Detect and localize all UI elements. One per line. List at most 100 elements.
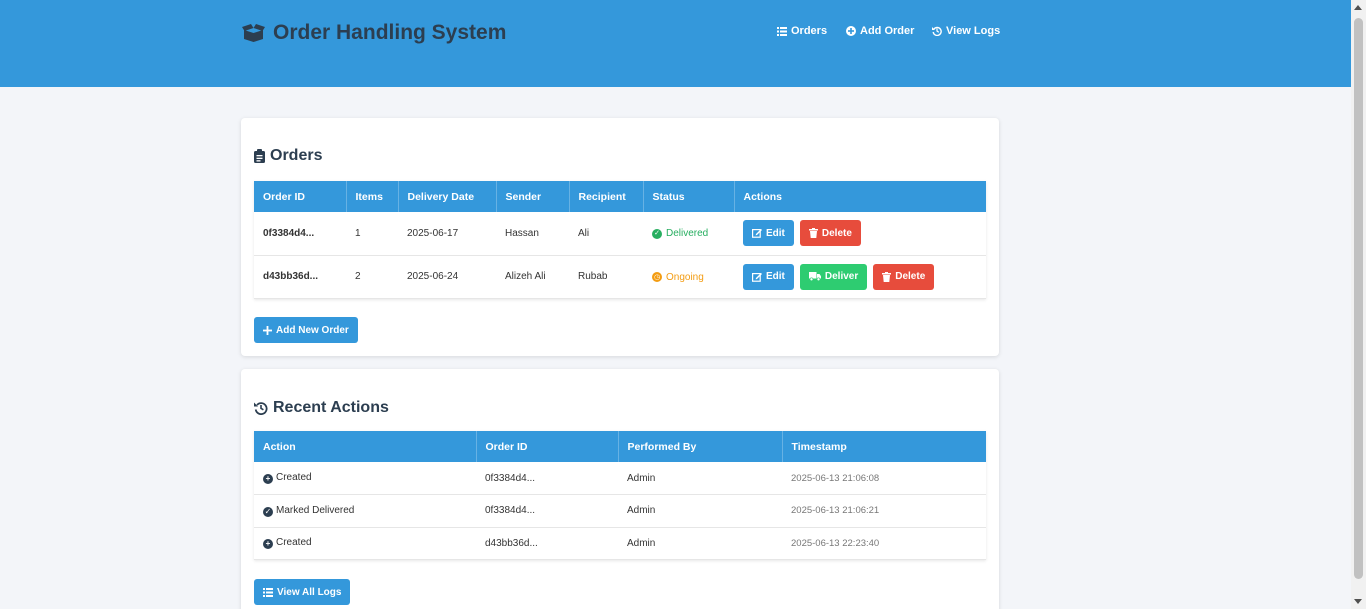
col-actions: Actions — [734, 181, 986, 212]
nav-add-order[interactable]: Add Order — [846, 25, 914, 37]
edit-icon — [752, 272, 762, 282]
action-label: Created — [276, 472, 312, 483]
col-action: Action — [254, 431, 477, 462]
table-row: 0f3384d4... 1 2025-06-17 Hassan Ali ✓ De… — [254, 212, 986, 256]
performed-by-cell: Admin — [618, 462, 782, 495]
recent-actions-table: Action Order ID Performed By Timestamp +… — [254, 431, 986, 560]
col-timestamp: Timestamp — [782, 431, 986, 462]
nav-view-logs[interactable]: View Logs — [932, 25, 1000, 37]
orders-header-row: Order ID Items Delivery Date Sender Reci… — [254, 181, 986, 212]
nav-orders-label: Orders — [791, 25, 828, 37]
recent-actions-title: Recent Actions — [273, 399, 389, 416]
scroll-down-arrow-icon[interactable] — [1354, 599, 1362, 604]
items-cell: 1 — [346, 212, 398, 256]
list-icon — [263, 587, 273, 597]
history-icon — [932, 26, 942, 36]
action-cell: + Created — [254, 527, 476, 560]
list-icon — [777, 26, 787, 36]
col-recipient: Recipient — [569, 181, 644, 212]
edit-button[interactable]: Edit — [743, 263, 794, 290]
performed-by-cell: Admin — [618, 494, 782, 528]
sender-cell: Hassan — [496, 212, 569, 256]
timestamp-cell: 2025-06-13 22:23:40 — [782, 527, 986, 560]
action-cell: + Created — [254, 462, 476, 495]
logs-header-row: Action Order ID Performed By Timestamp — [254, 431, 986, 462]
status-cell: ✓ Delivered — [643, 212, 734, 256]
top-header: Order Handling System Orders Add Order V… — [0, 0, 1351, 87]
deliver-button[interactable]: Deliver — [799, 263, 868, 290]
status-label: Delivered — [666, 228, 709, 240]
action-label: Marked Delivered — [276, 504, 355, 516]
trash-icon — [882, 271, 892, 282]
status-badge: ◷ Ongoing — [652, 272, 704, 283]
timestamp-cell: 2025-06-13 21:06:21 — [782, 494, 986, 528]
delete-button[interactable]: Delete — [799, 220, 861, 247]
status-label: Ongoing — [666, 271, 704, 283]
edit-label: Edit — [766, 227, 785, 239]
delete-label: Delete — [895, 271, 926, 282]
col-sender: Sender — [496, 181, 570, 212]
history-icon — [254, 401, 268, 415]
items-cell: 2 — [346, 255, 398, 299]
plus-circle-icon — [846, 26, 856, 36]
log-order-id-cell: 0f3384d4... — [476, 462, 618, 495]
add-new-order-label: Add New Order — [276, 324, 349, 336]
trash-icon — [808, 228, 818, 239]
truck-icon — [808, 272, 821, 281]
nav-view-logs-label: View Logs — [946, 25, 1001, 37]
brand[interactable]: Order Handling System — [242, 21, 506, 45]
sender-cell: Alizeh Ali — [496, 255, 569, 299]
log-order-id-cell: d43bb36d... — [476, 527, 618, 560]
orders-card: Orders Order ID Items Delivery Date Send… — [241, 118, 999, 356]
status-cell: ◷ Ongoing — [643, 255, 734, 299]
recent-actions-heading: Recent Actions — [254, 399, 389, 417]
box-open-icon — [242, 23, 265, 43]
col-performed-by: Performed By — [618, 431, 783, 462]
col-order-id: Order ID — [254, 181, 347, 212]
clock-icon: ◷ — [652, 272, 662, 282]
orders-heading: Orders — [254, 147, 322, 165]
recent-actions-card: Recent Actions Action Order ID Performed… — [241, 369, 999, 609]
col-items: Items — [346, 181, 399, 212]
action-label: Created — [276, 537, 312, 549]
edit-icon — [752, 228, 762, 239]
page-scrollbar[interactable] — [1351, 0, 1366, 609]
table-row: ✓ Marked Delivered 0f3384d4... Admin 2025… — [254, 494, 986, 528]
plus-icon — [263, 325, 272, 335]
status-badge: ✓ Delivered — [652, 228, 708, 239]
col-delivery-date: Delivery Date — [398, 181, 497, 212]
orders-title: Orders — [270, 147, 323, 164]
timestamp-cell: 2025-06-13 21:06:08 — [782, 462, 986, 495]
edit-button[interactable]: Edit — [743, 220, 794, 247]
table-row: + Created 0f3384d4... Admin 2025-06-13 21… — [254, 462, 986, 495]
orders-table: Order ID Items Delivery Date Sender Reci… — [254, 181, 986, 299]
col-log-order-id: Order ID — [476, 431, 619, 462]
col-status: Status — [643, 181, 735, 212]
plus-circle-icon: + — [263, 474, 273, 484]
nav-orders[interactable]: Orders — [777, 25, 827, 37]
actions-cell: Edit Deliver Delete — [734, 255, 986, 299]
add-new-order-button[interactable]: Add New Order — [254, 317, 358, 343]
scroll-thumb[interactable] — [1354, 18, 1363, 579]
view-all-logs-button[interactable]: View All Logs — [254, 579, 351, 605]
plus-circle-icon: + — [263, 539, 273, 550]
performed-by-cell: Admin — [618, 527, 782, 560]
recipient-cell: Rubab — [569, 255, 643, 299]
order-id-cell: 0f3384d4... — [254, 212, 346, 256]
log-order-id-cell: 0f3384d4... — [476, 494, 618, 528]
date-cell: 2025-06-17 — [398, 212, 496, 256]
delete-label: Delete — [821, 227, 852, 239]
nav-add-order-label: Add Order — [860, 25, 915, 37]
view-all-logs-label: View All Logs — [277, 586, 342, 598]
action-cell: ✓ Marked Delivered — [254, 494, 476, 528]
edit-label: Edit — [766, 271, 785, 282]
delete-button[interactable]: Delete — [873, 263, 935, 290]
deliver-label: Deliver — [824, 271, 859, 282]
scroll-up-arrow-icon[interactable] — [1354, 5, 1362, 10]
recipient-cell: Ali — [569, 212, 643, 256]
app-title: Order Handling System — [273, 21, 507, 44]
table-row: + Created d43bb36d... Admin 2025-06-13 22… — [254, 527, 986, 560]
clipboard-icon — [254, 149, 265, 163]
check-circle-icon: ✓ — [652, 228, 662, 239]
check-circle-icon: ✓ — [263, 506, 273, 517]
